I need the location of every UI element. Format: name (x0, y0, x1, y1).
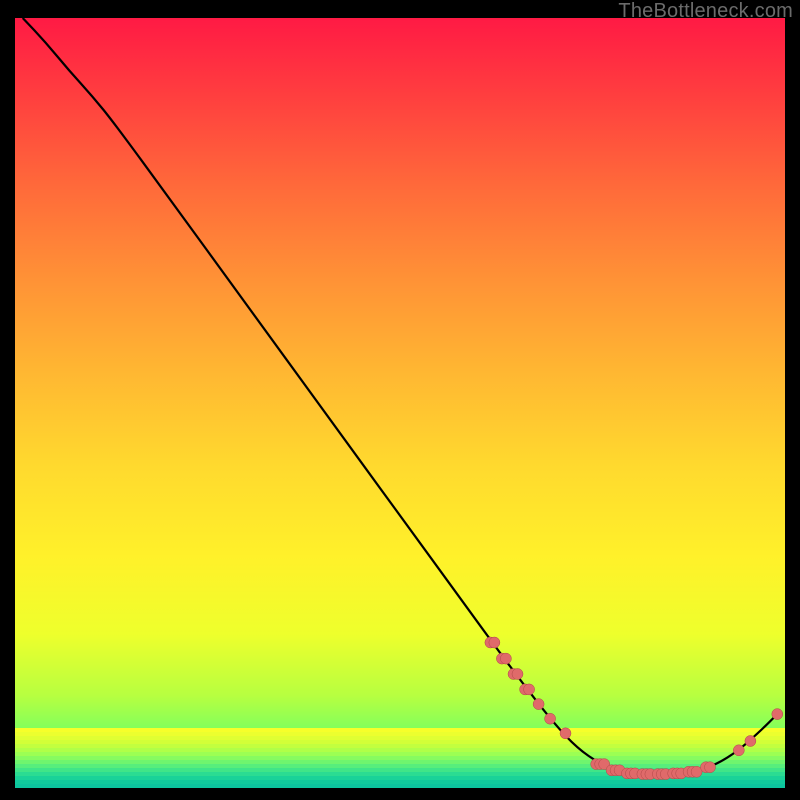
data-dot (772, 709, 783, 720)
chart-frame (15, 18, 785, 788)
data-dot (533, 699, 544, 710)
data-dot (524, 684, 535, 695)
data-dot (705, 762, 716, 773)
data-dot (745, 736, 756, 747)
data-dot (545, 713, 556, 724)
chart-svg-layer (15, 18, 785, 788)
data-dot (512, 669, 523, 680)
bottleneck-curve (23, 18, 778, 774)
data-dot (500, 653, 511, 664)
data-dots-group (485, 637, 783, 780)
data-dot (560, 728, 571, 739)
data-dot (489, 637, 500, 648)
data-dot (733, 745, 744, 756)
